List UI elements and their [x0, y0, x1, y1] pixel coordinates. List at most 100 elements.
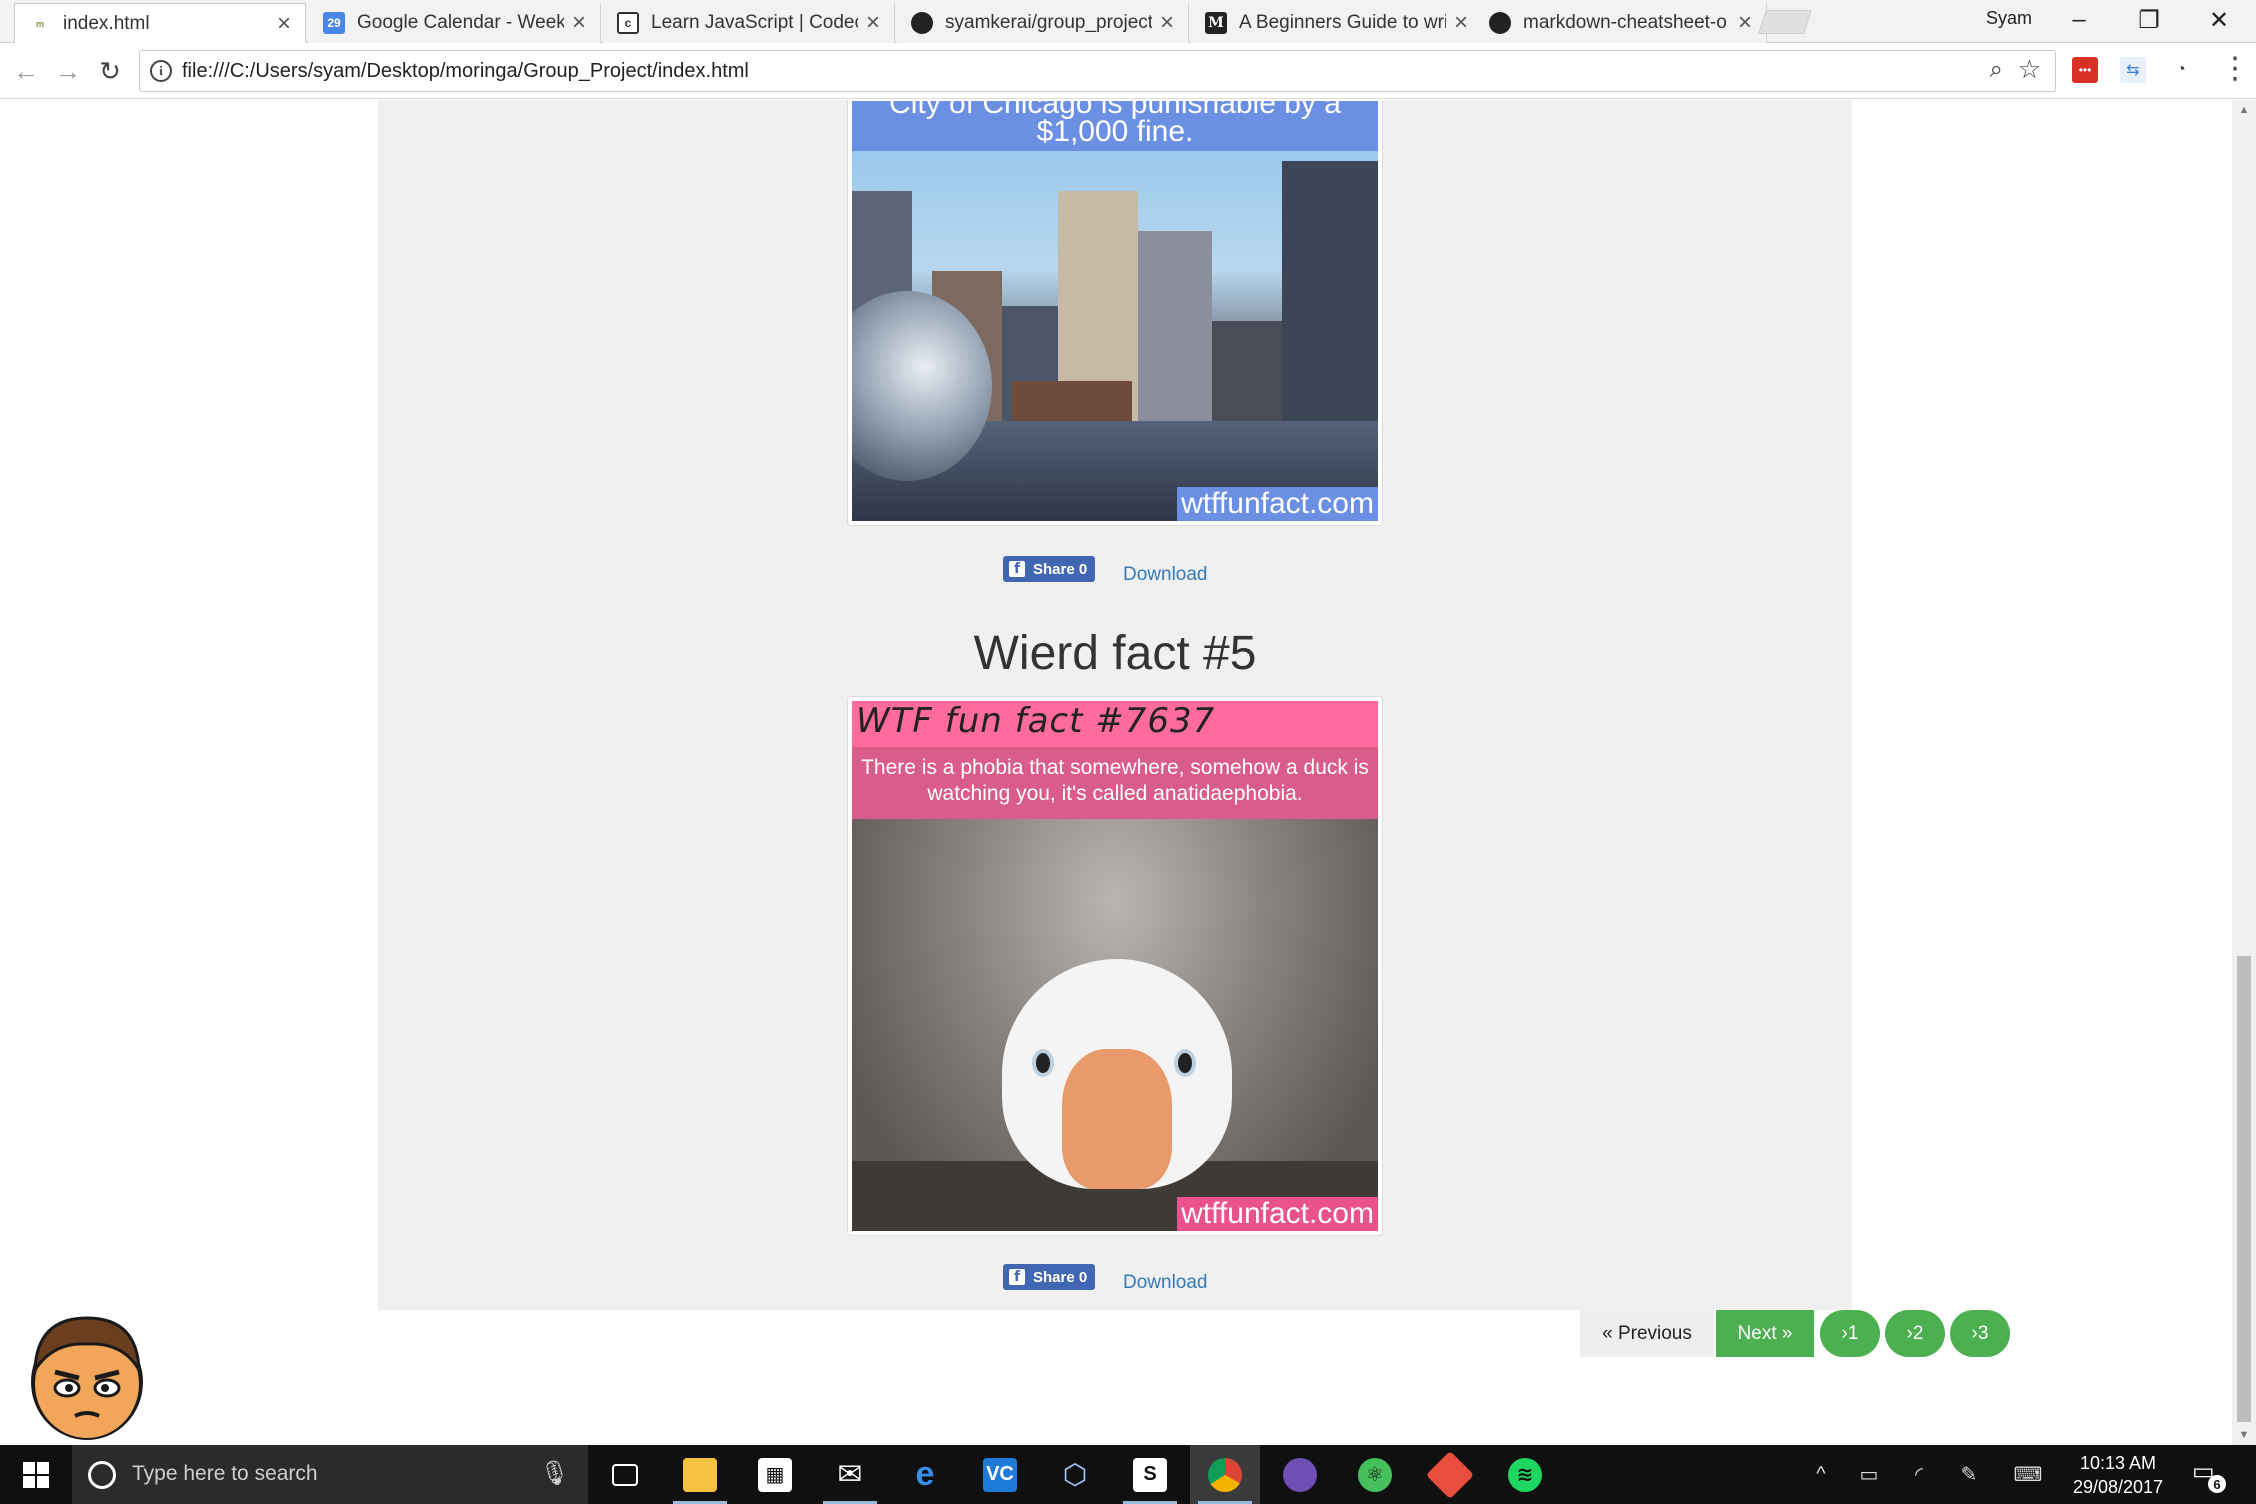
lastpass-extension-icon[interactable]: ••• [2072, 57, 2098, 83]
edge-icon[interactable]: e [890, 1445, 960, 1504]
tab-medium[interactable]: M A Beginners Guide to wri × [1191, 3, 1483, 43]
fact-5-image-card: WTF fun fact #7637 There is a phobia tha… [847, 696, 1383, 1236]
scroll-up-icon[interactable]: ▲ [2232, 100, 2256, 120]
download-link[interactable]: Download [1123, 564, 1208, 586]
duck-eye-shape [1032, 1049, 1054, 1077]
profile-name[interactable]: Syam [1986, 8, 2032, 29]
image-title: WTF fun fact #7637 [852, 701, 1378, 747]
chrome-menu-icon[interactable]: ⋮ [2220, 51, 2250, 86]
avatar-cartoon-icon [31, 1316, 143, 1440]
tab-markdown-cheatsheet[interactable]: markdown-cheatsheet-o × [1475, 3, 1767, 43]
download-link[interactable]: Download [1123, 1272, 1208, 1294]
close-tab-icon[interactable]: × [269, 10, 299, 38]
mail-icon[interactable]: ✉ [815, 1445, 885, 1504]
close-tab-icon[interactable]: × [1730, 9, 1760, 37]
tor-browser-icon[interactable] [1265, 1445, 1335, 1504]
duck-eye-shape [1174, 1049, 1196, 1077]
duck-beak-shape [1062, 1049, 1172, 1189]
fact-4-image-card: City of Chicago is punishable by a $1,00… [847, 100, 1383, 526]
tab-github-group-project[interactable]: syamkerai/group_project × [897, 3, 1189, 43]
image-text: There is a phobia that somewhere, someho… [852, 747, 1378, 819]
image-banner: City of Chicago is punishable by a $1,00… [852, 101, 1378, 151]
restore-icon[interactable]: ❐ [2114, 0, 2184, 40]
close-tab-icon[interactable]: × [858, 9, 888, 37]
tab-title: syamkerai/group_project [945, 12, 1152, 33]
clock-date: 29/08/2017 [2072, 1477, 2164, 1497]
speed-extension-icon[interactable]: ◔ [2168, 57, 2194, 83]
scrollbar-thumb[interactable] [2237, 956, 2251, 1422]
github-icon [911, 12, 933, 34]
bookmark-star-icon[interactable]: ☆ [2018, 54, 2041, 85]
task-view-icon[interactable] [590, 1445, 660, 1504]
page-viewport: City of Chicago is punishable by a $1,00… [0, 100, 2232, 1445]
git-kraken-icon[interactable] [1415, 1445, 1485, 1504]
new-tab-button[interactable] [1758, 10, 1812, 34]
image-watermark: wtffunfact.com [1177, 487, 1378, 521]
minimize-icon[interactable]: – [2044, 0, 2114, 40]
moringa-icon: m [29, 13, 51, 35]
page-2-button[interactable]: ›2 [1885, 1310, 1945, 1357]
windows-start-icon[interactable] [0, 1445, 72, 1504]
close-tab-icon[interactable]: × [1152, 9, 1182, 37]
spotify-icon[interactable]: ≋ [1490, 1445, 1560, 1504]
reload-icon[interactable]: ↻ [92, 53, 128, 89]
duck-photo [852, 819, 1378, 1231]
chrome-icon[interactable] [1190, 1445, 1260, 1504]
facts-panel: City of Chicago is punishable by a $1,00… [378, 100, 1852, 1310]
wifi-icon[interactable]: ◜ [1904, 1445, 1934, 1504]
share-label: Share 0 [1033, 560, 1088, 578]
tab-title: markdown-cheatsheet-o [1523, 12, 1727, 33]
cortana-icon [88, 1461, 116, 1489]
clock-time: 10:13 AM [2079, 1453, 2157, 1473]
tab-index-html[interactable]: m index.html × [14, 3, 306, 44]
show-hidden-icons-icon[interactable]: ^ [1808, 1445, 1834, 1504]
taskbar-search-box[interactable]: Type here to search 🎙 [72, 1445, 588, 1504]
tab-title: Learn JavaScript | Codeca [651, 12, 858, 33]
file-explorer-icon[interactable] [665, 1445, 735, 1504]
facebook-icon: f [1009, 1269, 1025, 1285]
tab-title: index.html [63, 13, 150, 34]
battery-icon[interactable]: ▭ [1854, 1445, 1884, 1504]
close-tab-icon[interactable]: × [564, 9, 594, 37]
tab-google-calendar[interactable]: 29 Google Calendar - Week × [309, 3, 601, 43]
zoom-icon[interactable]: ⌕ [1990, 56, 2003, 84]
vscode-icon[interactable]: VC [965, 1445, 1035, 1504]
close-window-icon[interactable]: ✕ [2184, 0, 2254, 40]
previous-page-button[interactable]: « Previous [1580, 1310, 1714, 1357]
address-bar[interactable]: i file:///C:/Users/syam/Desktop/moringa/… [139, 50, 2056, 92]
info-icon[interactable]: i [150, 60, 172, 82]
image-watermark: wtffunfact.com [1177, 1197, 1378, 1231]
tab-title: A Beginners Guide to wri [1239, 12, 1446, 33]
page-scrollbar[interactable]: ▲ ▼ [2232, 100, 2256, 1445]
virtualbox-icon[interactable]: ⬡ [1040, 1445, 1110, 1504]
image-caption-line2: $1,000 fine. [1036, 115, 1194, 148]
search-placeholder: Type here to search [132, 1462, 318, 1485]
translate-extension-icon[interactable]: ⇆ [2120, 57, 2146, 83]
fact-5-heading: Wierd fact #5 [973, 627, 1257, 680]
store-icon[interactable]: ▦ [740, 1445, 810, 1504]
sublime-icon[interactable]: S [1115, 1445, 1185, 1504]
taskbar-clock[interactable]: 10:13 AM 29/08/2017 [2058, 1451, 2178, 1499]
forward-icon[interactable]: → [50, 53, 86, 89]
action-center-icon[interactable]: ▭ 6 [2192, 1457, 2226, 1493]
close-tab-icon[interactable]: × [1446, 9, 1476, 37]
tab-title: Google Calendar - Week [357, 12, 564, 33]
microphone-icon[interactable]: 🎙 [540, 1459, 570, 1488]
keyboard-icon[interactable]: ⌨ [2008, 1445, 2048, 1504]
share-label: Share 0 [1033, 1268, 1088, 1286]
fact-5-actions: f Share 0 Download [378, 1264, 1852, 1294]
atom-icon[interactable]: ⚛ [1340, 1445, 1410, 1504]
tab-codecademy[interactable]: c Learn JavaScript | Codeca × [603, 3, 895, 43]
next-page-button[interactable]: Next » [1716, 1310, 1814, 1357]
github-icon [1489, 12, 1511, 34]
facebook-share-button[interactable]: f Share 0 [1003, 556, 1095, 582]
scroll-down-icon[interactable]: ▼ [2232, 1425, 2256, 1445]
page-3-button[interactable]: ›3 [1950, 1310, 2010, 1357]
facebook-icon: f [1009, 561, 1025, 577]
pen-icon[interactable]: ✎ [1954, 1445, 1984, 1504]
url-text[interactable]: file:///C:/Users/syam/Desktop/moringa/Gr… [182, 60, 749, 83]
back-icon[interactable]: ← [8, 53, 44, 89]
notification-count-badge: 6 [2208, 1475, 2226, 1493]
facebook-share-button[interactable]: f Share 0 [1003, 1264, 1095, 1290]
page-1-button[interactable]: ›1 [1820, 1310, 1880, 1357]
